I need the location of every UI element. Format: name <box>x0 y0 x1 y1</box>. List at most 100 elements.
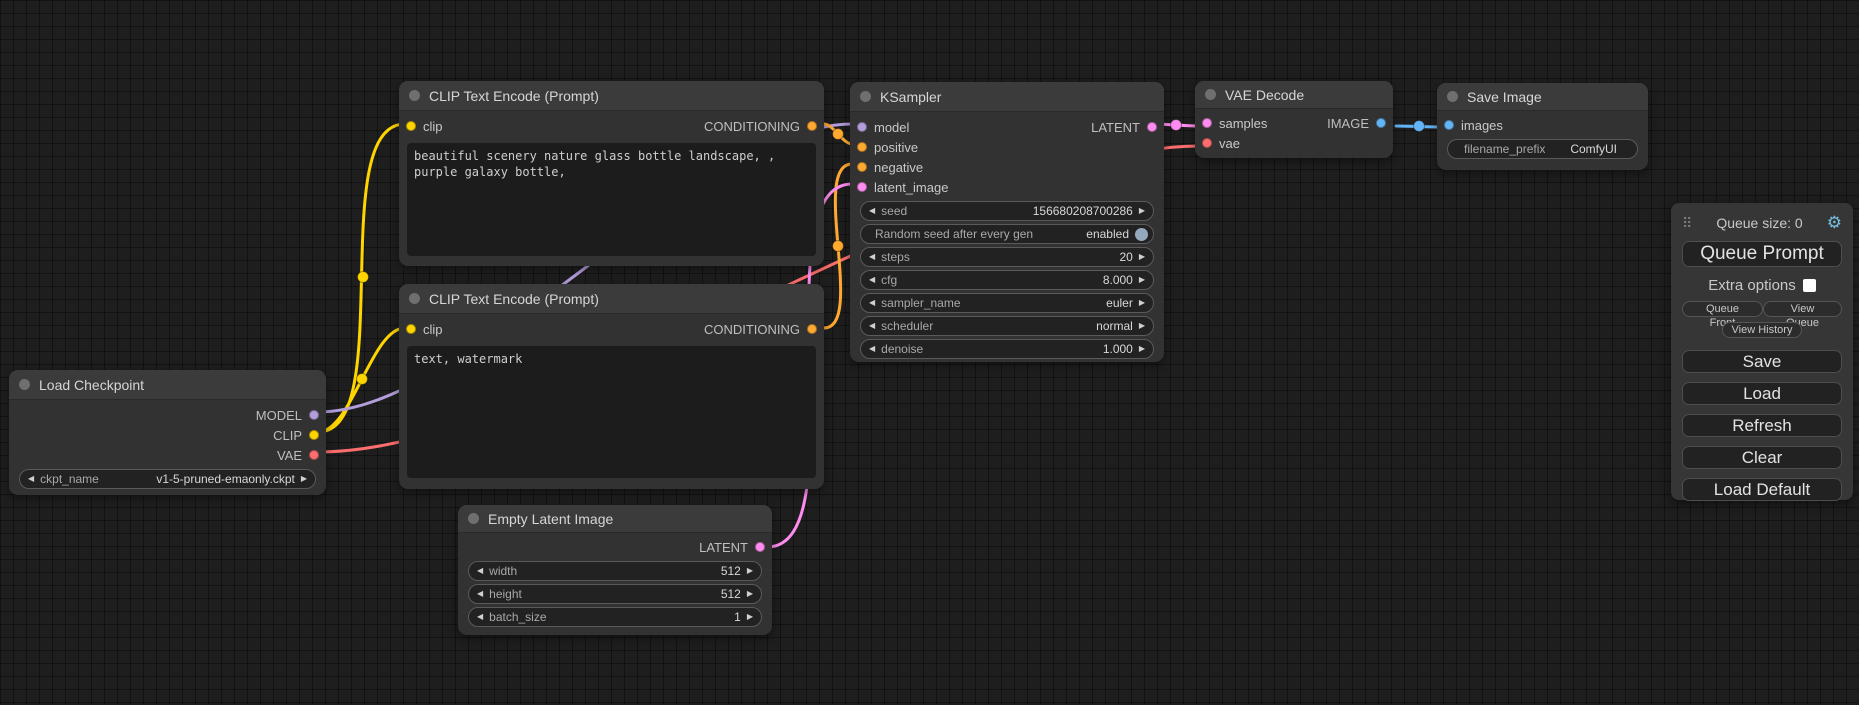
node-empty-latent-image[interactable]: Empty Latent Image LATENT ◀ width 512 ▶ … <box>458 505 772 635</box>
node-header[interactable]: Load Checkpoint <box>9 370 326 400</box>
settings-gear-icon[interactable]: ⚙ <box>1827 213 1842 233</box>
positive-input-slot[interactable] <box>857 142 867 152</box>
node-vae-decode[interactable]: VAE Decode samples IMAGE vae <box>1195 81 1393 158</box>
steps-stepper[interactable]: ◀ steps 20 ▶ <box>860 247 1154 267</box>
prev-arrow-icon[interactable]: ◀ <box>869 253 875 261</box>
clip-input-slot[interactable] <box>406 324 416 334</box>
collapse-dot-icon[interactable] <box>860 91 871 102</box>
prev-arrow-icon[interactable]: ◀ <box>869 207 875 215</box>
next-arrow-icon[interactable]: ▶ <box>1139 322 1145 330</box>
widget-label: Random seed after every gen <box>875 227 1033 241</box>
next-arrow-icon[interactable]: ▶ <box>301 475 307 483</box>
drag-handle-icon[interactable]: ⠿ <box>1682 215 1692 232</box>
save-button[interactable]: Save <box>1682 350 1842 373</box>
node-header[interactable]: CLIP Text Encode (Prompt) <box>399 81 824 111</box>
conditioning-output-slot[interactable] <box>807 121 817 131</box>
queue-panel[interactable]: ⠿ Queue size: 0 ⚙ Queue Prompt Extra opt… <box>1671 203 1853 500</box>
node-header[interactable]: KSampler <box>850 82 1164 112</box>
queue-front-button[interactable]: Queue Front <box>1682 301 1763 317</box>
collapse-dot-icon[interactable] <box>468 513 479 524</box>
node-clip-text-encode-negative[interactable]: CLIP Text Encode (Prompt) clip CONDITION… <box>399 284 824 489</box>
vae-input-slot[interactable] <box>1202 138 1212 148</box>
negative-input-slot[interactable] <box>857 162 867 172</box>
model-output-slot[interactable] <box>309 410 319 420</box>
denoise-stepper[interactable]: ◀ denoise 1.000 ▶ <box>860 339 1154 359</box>
prev-arrow-icon[interactable]: ◀ <box>28 475 34 483</box>
refresh-button[interactable]: Refresh <box>1682 414 1842 437</box>
node-load-checkpoint[interactable]: Load Checkpoint MODEL CLIP VAE ◀ ckpt_na… <box>9 370 326 495</box>
slot-label: CLIP <box>273 428 302 443</box>
widget-value: 8.000 <box>1103 273 1133 287</box>
toggle-knob-icon[interactable] <box>1135 228 1148 241</box>
node-clip-text-encode-positive[interactable]: CLIP Text Encode (Prompt) clip CONDITION… <box>399 81 824 266</box>
view-history-button[interactable]: View History <box>1722 322 1803 338</box>
next-arrow-icon[interactable]: ▶ <box>1139 253 1145 261</box>
clear-button[interactable]: Clear <box>1682 446 1842 469</box>
height-stepper[interactable]: ◀ height 512 ▶ <box>468 584 762 604</box>
collapse-dot-icon[interactable] <box>409 90 420 101</box>
next-arrow-icon[interactable]: ▶ <box>1139 207 1145 215</box>
scheduler-combo[interactable]: ◀ scheduler normal ▶ <box>860 316 1154 336</box>
collapse-dot-icon[interactable] <box>1447 91 1458 102</box>
batch-size-stepper[interactable]: ◀ batch_size 1 ▶ <box>468 607 762 627</box>
next-arrow-icon[interactable]: ▶ <box>1139 345 1145 353</box>
next-arrow-icon[interactable]: ▶ <box>747 590 753 598</box>
node-title: KSampler <box>880 89 941 105</box>
sampler-name-combo[interactable]: ◀ sampler_name euler ▶ <box>860 293 1154 313</box>
prompt-text-input[interactable]: text, watermark <box>407 346 816 478</box>
cfg-stepper[interactable]: ◀ cfg 8.000 ▶ <box>860 270 1154 290</box>
node-header[interactable]: Save Image <box>1437 83 1648 111</box>
collapse-dot-icon[interactable] <box>409 293 420 304</box>
prev-arrow-icon[interactable]: ◀ <box>477 613 483 621</box>
next-arrow-icon[interactable]: ▶ <box>747 567 753 575</box>
node-header[interactable]: Empty Latent Image <box>458 505 772 533</box>
random-seed-toggle[interactable]: Random seed after every gen enabled <box>860 224 1154 244</box>
node-title: CLIP Text Encode (Prompt) <box>429 88 599 104</box>
collapse-dot-icon[interactable] <box>19 379 30 390</box>
slot-label: IMAGE <box>1327 116 1369 131</box>
width-stepper[interactable]: ◀ width 512 ▶ <box>468 561 762 581</box>
view-queue-button[interactable]: View Queue <box>1763 301 1842 317</box>
widget-value: 512 <box>721 587 741 601</box>
conditioning-output-slot[interactable] <box>807 324 817 334</box>
vae-output-slot[interactable] <box>309 450 319 460</box>
prev-arrow-icon[interactable]: ◀ <box>477 590 483 598</box>
prompt-text-input[interactable]: beautiful scenery nature glass bottle la… <box>407 143 816 256</box>
queue-prompt-button[interactable]: Queue Prompt <box>1682 241 1842 267</box>
prev-arrow-icon[interactable]: ◀ <box>869 345 875 353</box>
clip-output-slot[interactable] <box>309 430 319 440</box>
latent-output-slot[interactable] <box>755 542 765 552</box>
filename-prefix-field[interactable]: filename_prefix ComfyUI <box>1447 139 1638 159</box>
slot-label: positive <box>874 140 918 155</box>
seed-stepper[interactable]: ◀ seed 156680208700286 ▶ <box>860 201 1154 221</box>
latent-output-slot[interactable] <box>1147 122 1157 132</box>
next-arrow-icon[interactable]: ▶ <box>747 613 753 621</box>
node-title: Save Image <box>1467 89 1542 105</box>
images-input-slot[interactable] <box>1444 120 1454 130</box>
model-input-slot[interactable] <box>857 122 867 132</box>
widget-label: ckpt_name <box>40 472 99 486</box>
load-default-button[interactable]: Load Default <box>1682 478 1842 501</box>
collapse-dot-icon[interactable] <box>1205 89 1216 100</box>
ckpt-name-combo[interactable]: ◀ ckpt_name v1-5-pruned-emaonly.ckpt ▶ <box>19 469 316 489</box>
samples-input-slot[interactable] <box>1202 118 1212 128</box>
next-arrow-icon[interactable]: ▶ <box>1139 299 1145 307</box>
extra-options-checkbox[interactable] <box>1803 279 1816 292</box>
node-title: CLIP Text Encode (Prompt) <box>429 291 599 307</box>
node-header[interactable]: CLIP Text Encode (Prompt) <box>399 284 824 314</box>
latent-image-input-slot[interactable] <box>857 182 867 192</box>
prev-arrow-icon[interactable]: ◀ <box>869 299 875 307</box>
load-button[interactable]: Load <box>1682 382 1842 405</box>
node-save-image[interactable]: Save Image images filename_prefix ComfyU… <box>1437 83 1648 170</box>
node-header[interactable]: VAE Decode <box>1195 81 1393 109</box>
queue-size-label: Queue size: 0 <box>1692 215 1826 231</box>
image-output-slot[interactable] <box>1376 118 1386 128</box>
next-arrow-icon[interactable]: ▶ <box>1139 276 1145 284</box>
slot-label: model <box>874 120 909 135</box>
link-dot <box>1171 120 1182 131</box>
clip-input-slot[interactable] <box>406 121 416 131</box>
node-ksampler[interactable]: KSampler model LATENT positive negative … <box>850 82 1164 362</box>
prev-arrow-icon[interactable]: ◀ <box>869 276 875 284</box>
prev-arrow-icon[interactable]: ◀ <box>477 567 483 575</box>
prev-arrow-icon[interactable]: ◀ <box>869 322 875 330</box>
